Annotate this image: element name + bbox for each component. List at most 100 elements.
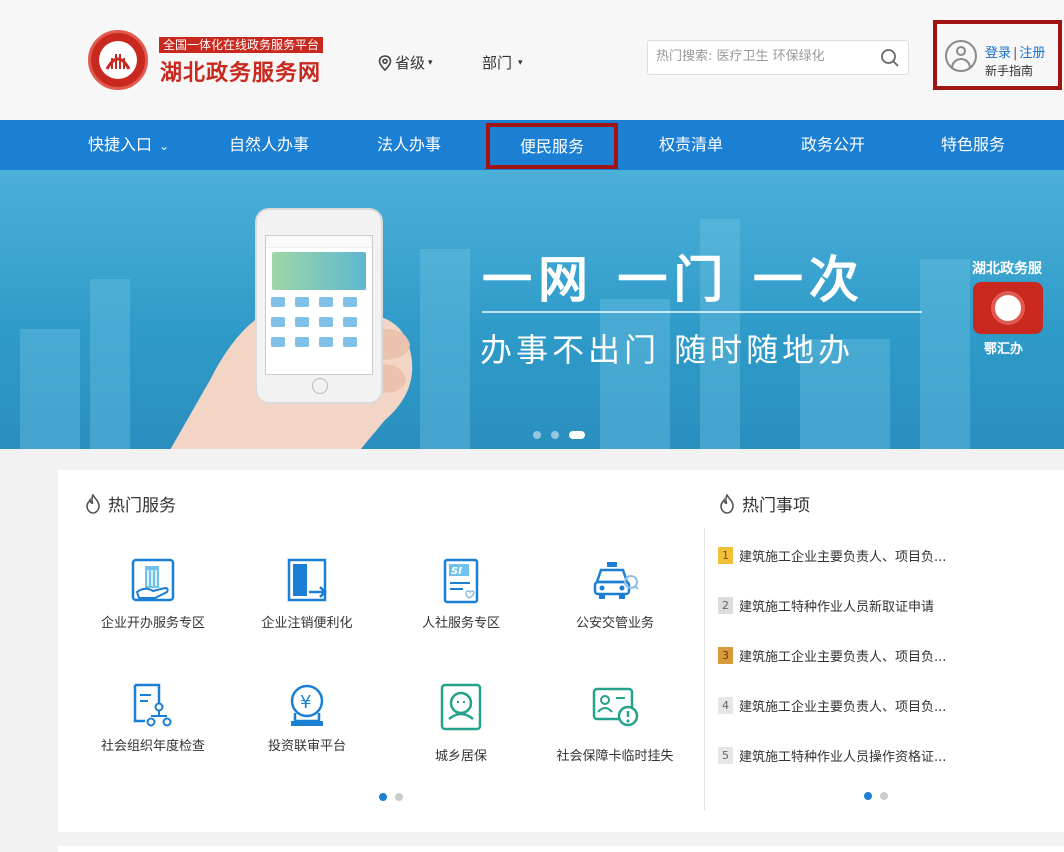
flame-icon [86,493,100,514]
nav-item-special-services[interactable]: 特色服务 [941,120,1005,170]
service-item-social-security-zone[interactable]: SI 人社服务专区 [386,558,536,631]
service-item-urban-rural-pension[interactable]: 城乡居保 [386,683,536,764]
hot-matter-item[interactable]: 2 建筑施工特种作业人员新取证申请 [718,596,934,615]
hot-matter-text: 建筑施工特种作业人员操作资格证... [739,750,947,765]
service-item-social-card-loss-report[interactable]: 社会保障卡临时挂失 [540,683,690,764]
caret-down-icon: ▾ [428,57,433,68]
hot-matter-item[interactable]: 1 建筑施工企业主要负责人、项目负... [718,546,946,565]
service-label: 社会组织年度检查 [100,739,205,754]
exit-door-icon [287,558,327,602]
service-label: 公安交管业务 [575,616,654,631]
hot-matters-heading: 热门事项 [718,491,810,516]
nav-item-convenience-services[interactable]: 便民服务 [486,123,619,169]
banner-headline: 一网 一门 一次 [482,251,865,309]
hot-matter-text: 建筑施工企业主要负责人、项目负... [739,550,947,565]
service-item-investment-review[interactable]: ¥ 投资联审平台 [232,683,382,754]
next-section-edge [58,846,1064,852]
nav-item-quick-entry[interactable]: 快捷入口 ⌄ [88,120,169,170]
svg-text:¥: ¥ [300,692,311,713]
rank-badge: 4 [718,697,733,714]
service-label: 企业开办服务专区 [100,616,205,631]
service-item-enterprise-deregistration[interactable]: 企业注销便利化 [232,558,382,631]
carousel-indicators [533,431,585,439]
hot-matter-text: 建筑施工企业主要负责人、项目负... [739,700,947,715]
nav-item-government-affairs[interactable]: 政务公开 [801,120,865,170]
police-car-icon [593,562,639,599]
service-label: 投资联审平台 [267,739,346,754]
search-icon[interactable] [880,48,900,68]
pager-dot[interactable] [880,792,888,800]
service-label: 企业注销便利化 [261,616,353,631]
rank-badge: 3 [718,647,733,664]
id-card-alert-icon [592,687,639,727]
org-chart-icon [133,683,172,727]
search-box [647,40,909,75]
city-skyline [920,259,970,449]
hot-services-heading: 热门服务 [84,491,176,516]
register-link[interactable]: 注册 [1019,46,1045,61]
hot-services-title: 热门服务 [108,496,176,516]
department-selector[interactable]: 部门 ▾ [482,52,523,73]
login-link[interactable]: 登录 [985,46,1011,61]
building-hand-icon [131,558,175,602]
ehuiban-app-icon [973,282,1043,334]
auth-links: 登录 | 注册 [985,42,1045,61]
city-skyline [600,299,670,449]
service-item-social-org-inspection[interactable]: 社会组织年度检查 [78,683,228,754]
beginner-guide-link[interactable]: 新手指南 [985,62,1033,79]
main-nav: 快捷入口 ⌄ 自然人办事 法人办事 便民服务 权责清单 政务公开 特色服务 [0,120,1064,170]
si-document-icon: SI [443,558,479,604]
header: 全国一体化在线政务服务平台 湖北政务服务网 省级 ▾ 部门 ▾ 登录|注册 新手… [0,0,1064,120]
service-label: 城乡居保 [434,749,487,764]
panel-divider [704,528,705,810]
hot-matters-title: 热门事项 [742,496,810,516]
search-input[interactable] [656,49,871,64]
hot-matters-pager [864,792,888,800]
rank-badge: 2 [718,597,733,614]
face-card-icon [440,683,482,731]
svg-text:SI: SI [451,566,462,577]
city-skyline [20,329,80,449]
yen-coin-icon: ¥ [290,684,324,726]
hot-matter-item[interactable]: 5 建筑施工特种作业人员操作资格证... [718,746,946,765]
carousel-dot[interactable] [551,431,559,439]
service-label: 社会保障卡临时挂失 [556,749,674,764]
app-promo-label: 鄂汇办 [984,342,1024,357]
user-avatar-icon[interactable] [945,40,977,72]
region-selector[interactable]: 省级 ▾ [378,52,433,73]
site-logo-emblem[interactable] [88,30,148,90]
carousel-dot-active[interactable] [569,431,585,439]
nav-item-natural-person[interactable]: 自然人办事 [229,120,309,170]
flame-icon [720,493,734,514]
platform-slogan: 全国一体化在线政务服务平台 [159,37,324,53]
user-account-area: 登录 | 注册 新手指南 [933,20,1062,90]
caret-down-icon: ▾ [518,57,523,68]
service-item-traffic-police[interactable]: 公安交管业务 [540,558,690,631]
hot-matter-text: 建筑施工特种作业人员新取证申请 [739,600,935,615]
harp-emblem-icon [105,54,131,70]
nav-item-label: 快捷入口 [88,135,153,154]
hero-banner[interactable]: 一网 一门 一次 办事不出门 随时随地办 湖北政务服 鄂汇办 [0,170,1064,449]
pager-dot[interactable] [395,793,403,801]
nav-item-legal-person[interactable]: 法人办事 [377,120,441,170]
hot-matter-item[interactable]: 4 建筑施工企业主要负责人、项目负... [718,696,946,715]
app-promo-title: 湖北政务服 [972,261,1042,277]
site-title[interactable]: 湖北政务服务网 [160,55,321,87]
services-panel: 热门服务 企业开办服务专区 企业注销便利化 SI 人社服务专区 公安交管业务 社… [58,470,1064,832]
region-label: 省级 [395,54,426,72]
banner-divider [482,311,922,313]
chevron-down-icon: ⌄ [159,139,170,153]
hot-matter-item[interactable]: 3 建筑施工企业主要负责人、项目负... [718,646,946,665]
rank-badge: 5 [718,747,733,764]
service-item-enterprise-startup[interactable]: 企业开办服务专区 [78,558,228,631]
rank-badge: 1 [718,547,733,564]
carousel-dot[interactable] [533,431,541,439]
auth-separator: | [1013,46,1018,61]
service-label: 人社服务专区 [421,616,500,631]
pager-dot-active[interactable] [379,793,387,801]
phone-mockup-image [255,208,383,404]
department-label: 部门 [482,54,513,72]
city-skyline [90,279,130,449]
nav-item-responsibility-list[interactable]: 权责清单 [659,120,723,170]
pager-dot-active[interactable] [864,792,872,800]
